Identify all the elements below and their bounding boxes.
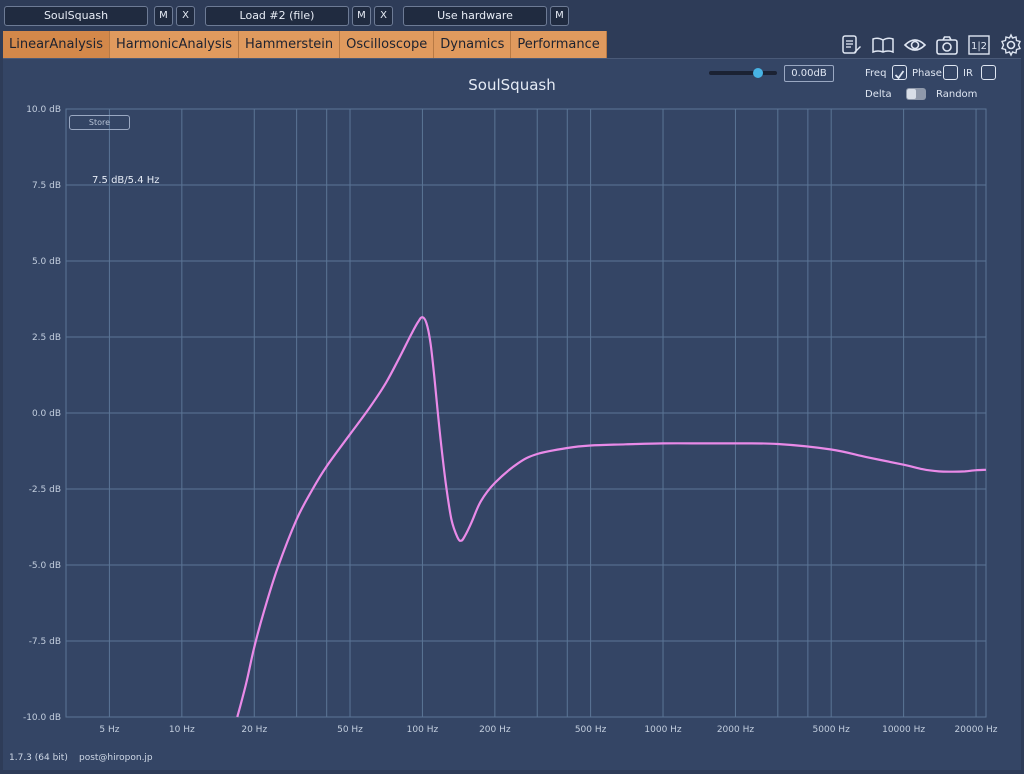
x-tick-label: 10000 Hz bbox=[882, 725, 925, 735]
x-tick-label: 20 Hz bbox=[241, 725, 267, 735]
y-tick-label: -2.5 dB bbox=[29, 485, 61, 495]
y-tick-label: 0.0 dB bbox=[32, 409, 61, 419]
x-tick-label: 50 Hz bbox=[337, 725, 363, 735]
y-tick-label: 5.0 dB bbox=[32, 257, 61, 267]
x-tick-label: 1000 Hz bbox=[644, 725, 682, 735]
y-tick-label: -5.0 dB bbox=[29, 561, 61, 571]
cursor-readout: 7.5 dB/5.4 Hz bbox=[92, 175, 160, 186]
store-button[interactable]: Store bbox=[69, 115, 130, 130]
y-tick-label: -10.0 dB bbox=[23, 713, 61, 723]
x-tick-label: 5 Hz bbox=[99, 725, 119, 735]
y-tick-label: 2.5 dB bbox=[32, 333, 61, 343]
version-label: 1.7.3 (64 bit) bbox=[9, 753, 68, 763]
x-tick-label: 2000 Hz bbox=[717, 725, 755, 735]
x-tick-label: 200 Hz bbox=[479, 725, 511, 735]
email-label: post@hiropon.jp bbox=[79, 753, 153, 763]
x-tick-label: 100 Hz bbox=[407, 725, 439, 735]
x-tick-label: 20000 Hz bbox=[955, 725, 998, 735]
x-tick-label: 10 Hz bbox=[169, 725, 195, 735]
x-tick-label: 500 Hz bbox=[575, 725, 607, 735]
y-tick-label: 10.0 dB bbox=[26, 105, 61, 115]
y-tick-label: 7.5 dB bbox=[32, 181, 61, 191]
y-tick-label: -7.5 dB bbox=[29, 637, 61, 647]
frequency-response-chart: 10.0 dB 7.5 dB 5.0 dB 2.5 dB 0.0 dB -2.5 dB -5… bbox=[23, 105, 998, 735]
x-tick-label: 5000 Hz bbox=[813, 725, 851, 735]
